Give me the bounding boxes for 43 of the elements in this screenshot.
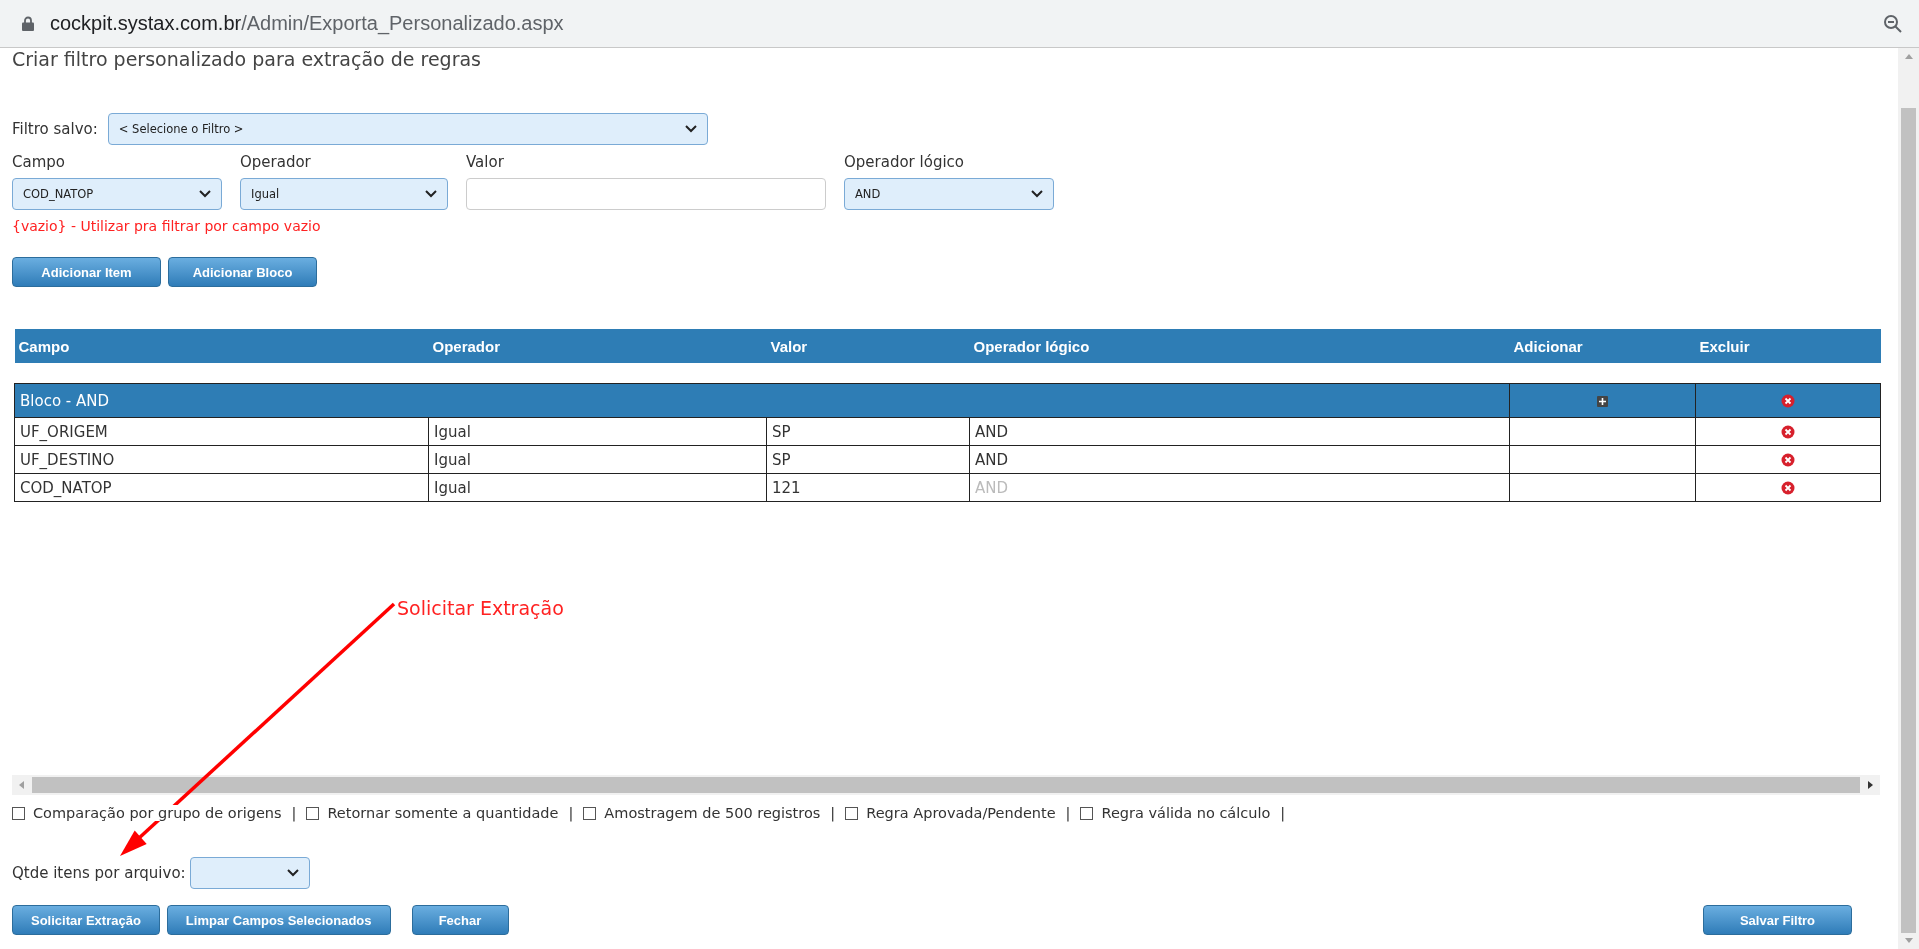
field-label: Operador lógico [844,153,965,171]
table-cell: AND [969,417,1510,446]
dropdown-select[interactable]: AND [844,178,1054,210]
option-checkbox[interactable]: Regra válida no cálculo [1080,805,1271,821]
option-checkbox[interactable]: Comparação por grupo de origens [12,805,282,821]
table-cell: Bloco - AND [14,383,1510,418]
table-cell: UF_ORIGEM [14,417,429,446]
table-cell: AND [969,473,1510,502]
separator-text: | [1065,805,1071,821]
column-header: Operador lógico [973,337,1090,355]
table-cell: Igual [428,417,767,446]
separator-text: | [830,805,836,821]
hint-text: {vazio} - Utilizar pra filtrar por campo vazio [12,218,322,234]
table-cell: SP [766,417,970,446]
dropdown-select[interactable]: COD_NATOP [12,178,222,210]
table-cell: COD_NATOP [14,473,429,502]
table-cell: Igual [428,473,767,502]
page-title: Criar filtro personalizado para extração de regras [12,48,483,72]
separator-text: | [568,805,574,821]
field-label: Qtde itens por arquivo: [12,864,186,882]
table-cell: AND [969,445,1510,474]
field-label: Campo [12,153,66,171]
separator-text: | [291,805,297,821]
column-header: Excluir [1699,337,1750,355]
column-header: Adicionar [1513,337,1583,355]
column-header: Valor [770,337,808,355]
table-cell: UF_DESTINO [14,445,429,474]
column-header: Campo [18,337,70,355]
separator-text: | [1280,805,1286,821]
url-text[interactable]: cockpit.systax.com.br/Admin/Exporta_Personalizado.aspx [50,12,564,35]
field-label: Filtro salvo: [12,120,98,138]
table-cell: SP [766,445,970,474]
table-cell: Igual [428,445,767,474]
field-label: Operador [240,153,312,171]
column-header: Operador [432,337,500,355]
field-label: Valor [466,153,505,171]
dropdown-select[interactable]: Igual [240,178,448,210]
option-checkbox[interactable]: Retornar somente a quantidade [306,805,559,821]
option-checkbox[interactable]: Regra Aprovada/Pendente [845,805,1056,821]
annotation-text: Solicitar Extração [397,597,564,619]
table-cell: 121 [766,473,970,502]
option-checkbox[interactable]: Amostragem de 500 registros [583,805,821,821]
saved-filter-select[interactable]: < Selecione o Filtro > [107,113,708,145]
